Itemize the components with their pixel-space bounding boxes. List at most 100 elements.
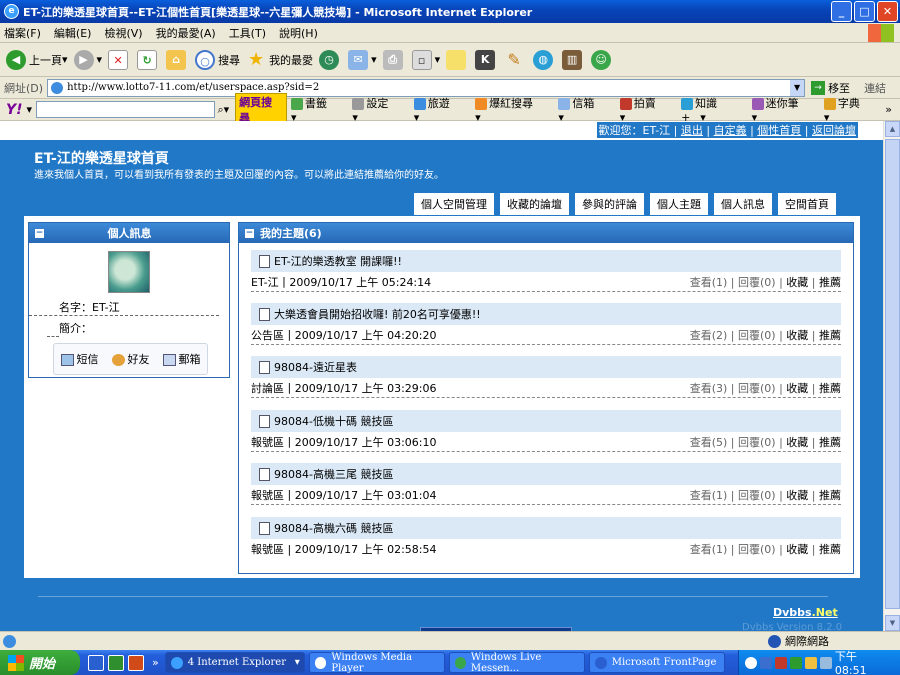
recommend-link[interactable]: 推薦 [819,276,841,289]
recommend-link[interactable]: 推薦 [819,329,841,342]
research-button[interactable]: ▥ [562,49,585,70]
collect-link[interactable]: 收藏 [786,329,808,342]
yahoo-logo-icon[interactable]: Y! [6,102,23,118]
go-button[interactable]: → 移至 [811,80,850,96]
mail-button[interactable]: ✉ ▾ [348,49,377,70]
stop-button[interactable]: ✕ [108,49,131,70]
collect-link[interactable]: 收藏 [786,382,808,395]
collect-link[interactable]: 收藏 [786,543,808,556]
yahoo-auction[interactable]: 拍賣▾ [619,95,671,124]
topic-title-row[interactable]: ET-江的樂透教室 開課囉!! [251,250,841,272]
messenger-button[interactable]: ☺ [591,49,614,70]
topic-title[interactable]: 大樂透會員開始招收囉! 前20名可享優惠!! [274,306,481,322]
tray-expand-icon[interactable] [745,656,757,669]
quick-launch-expand-icon[interactable]: » [152,656,159,669]
search-button[interactable]: ○ 搜尋 [195,49,240,70]
taskbar-messenger[interactable]: Windows Live Messen... [448,652,585,674]
maximize-button[interactable]: □ [854,1,875,22]
note-button[interactable] [446,49,469,70]
minimize-button[interactable]: _ [831,1,852,22]
tab-collected-forums[interactable]: 收藏的論壇 [500,193,569,215]
topic-title-row[interactable]: 98084-高機三尾 競技區 [251,463,841,485]
refresh-button[interactable]: ↻ [137,49,160,70]
topic-board[interactable]: 公告區 [251,327,284,343]
translate-button[interactable]: ◍ [533,49,556,70]
yahoo-mini-pen[interactable]: 迷你筆▾ [751,95,814,124]
tray-volume-icon[interactable] [819,656,832,669]
scroll-thumb[interactable] [885,139,900,609]
menu-favorites[interactable]: 我的最愛(A) [156,25,216,41]
clock[interactable]: 下午 08:51 [835,648,892,675]
topic-title[interactable]: 98084-高機六碼 競技區 [274,520,393,536]
vertical-scrollbar[interactable]: ▲ ▼ [883,121,900,631]
scroll-down-icon[interactable]: ▼ [885,615,900,631]
yahoo-dictionary[interactable]: 字典▾ [823,95,875,124]
word-icon[interactable] [88,654,104,671]
personal-home-link[interactable]: 個性首頁 [757,124,801,137]
yahoo-knowledge[interactable]: 知識+ ▾ [681,95,742,124]
collapse-icon[interactable]: − [245,228,254,238]
pen-button[interactable]: ✎ [504,50,527,70]
back-to-forum-link[interactable]: 返回論壇 [812,124,856,137]
links-label[interactable]: 連結 [864,80,886,96]
menu-help[interactable]: 說明(H) [279,25,318,41]
tray-messenger-icon[interactable] [789,656,802,669]
tab-space-management[interactable]: 個人空間管理 [414,193,494,215]
address-input[interactable]: http://www.lotto7-11.com/et/userspace.as… [47,78,806,97]
menu-tools[interactable]: 工具(T) [229,25,266,41]
address-dropdown-icon[interactable]: ▼ [790,79,805,96]
scroll-up-icon[interactable]: ▲ [885,121,900,137]
home-button[interactable]: ⌂ [166,49,189,70]
tab-my-topics[interactable]: 個人主題 [650,193,708,215]
menu-view[interactable]: 檢視(V) [104,25,142,41]
customize-link[interactable]: 自定義 [714,124,747,137]
recommend-link[interactable]: 推薦 [819,382,841,395]
close-button[interactable]: ✕ [877,1,898,22]
logout-link[interactable]: 退出 [681,124,703,137]
yahoo-travel[interactable]: 旅遊▾ [413,95,465,124]
yahoo-search-input[interactable] [36,101,216,118]
yahoo-settings[interactable]: 設定▾ [352,95,403,124]
tray-network-icon[interactable] [759,656,772,669]
message-button[interactable]: 短信 [60,351,99,367]
recommend-link[interactable]: 推薦 [819,436,841,449]
powerpoint-icon[interactable] [128,654,144,671]
taskbar-frontpage[interactable]: Microsoft FrontPage [588,652,725,673]
topic-title-row[interactable]: 98084-高機六碼 競技區 [251,517,841,539]
menu-file[interactable]: 檔案(F) [4,25,41,41]
tray-update-icon[interactable] [804,656,817,669]
collect-link[interactable]: 收藏 [786,489,808,502]
recommend-link[interactable]: 推薦 [819,489,841,502]
menu-edit[interactable]: 編輯(E) [54,25,92,41]
topic-title[interactable]: 98084-遠近星表 [274,359,357,375]
topic-title-row[interactable]: 大樂透會員開始招收囉! 前20名可享優惠!! [251,303,841,325]
mailbox-button[interactable]: 郵箱 [162,351,201,367]
excel-icon[interactable] [108,654,124,671]
yahoo-bookmarks[interactable]: 書籤▾ [290,95,342,124]
taskbar-media-player[interactable]: Windows Media Player [308,652,445,674]
collect-link[interactable]: 收藏 [786,276,808,289]
topic-title[interactable]: 98084-低機十碼 競技區 [274,413,393,429]
back-button[interactable]: ◀ 上一頁 ▾ [6,49,68,70]
tab-personal-info[interactable]: 個人訊息 [714,193,772,215]
recommend-link[interactable]: 推薦 [819,543,841,556]
k-button[interactable]: K [475,49,498,70]
topic-board[interactable]: 報號區 [251,487,284,503]
yahoo-mail[interactable]: 信箱▾ [558,95,609,124]
start-button[interactable]: 開始 [0,650,80,675]
topic-title-row[interactable]: 98084-遠近星表 [251,356,841,378]
yahoo-hot-search[interactable]: 爆紅搜尋▾ [475,95,548,124]
tab-space-home[interactable]: 空間首頁 [778,193,836,215]
edit-button[interactable]: ▫ ▾ [411,49,440,70]
favorites-button[interactable]: ★ 我的最愛 [246,49,313,70]
welcome-user[interactable]: ET-江 [643,124,671,137]
topic-title-row[interactable]: 98084-低機十碼 競技區 [251,410,841,432]
forward-button[interactable]: ▶ ▾ [73,49,102,70]
topic-board[interactable]: 報號區 [251,434,284,450]
taskbar-ie[interactable]: 4 Internet Explorer ▾ [164,652,305,673]
topic-board[interactable]: 報號區 [251,541,284,557]
friends-button[interactable]: 好友 [111,351,150,367]
dvbbs-link[interactable]: Dvbbs.Net [773,606,838,619]
topic-title[interactable]: ET-江的樂透教室 開課囉!! [274,253,402,269]
topic-title[interactable]: 98084-高機三尾 競技區 [274,466,393,482]
